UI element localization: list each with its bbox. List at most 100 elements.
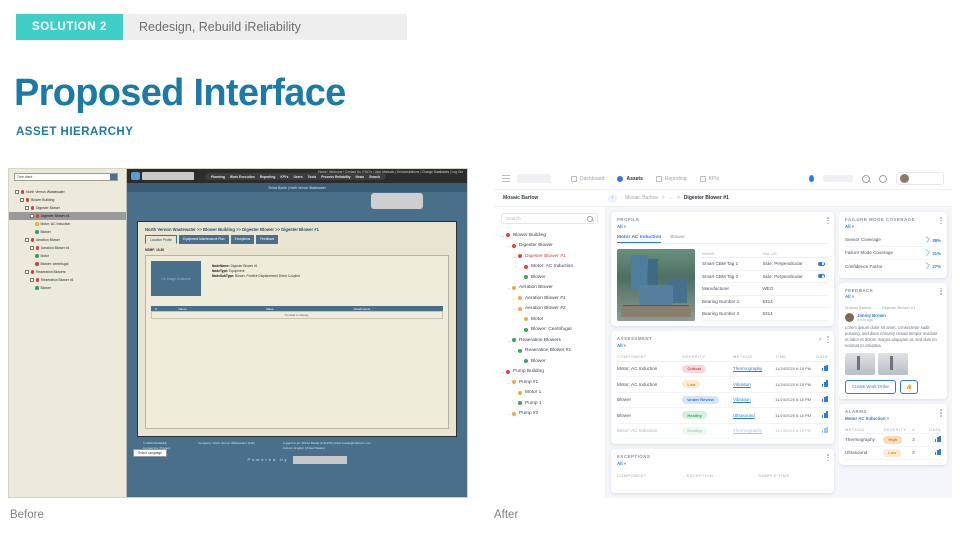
before-menu-item[interactable]: Reporting (260, 175, 276, 179)
tree-node[interactable]: ⌄ Reaeration Blowers (501, 335, 598, 346)
feedback-thumbnail[interactable] (878, 353, 908, 376)
assessment-data[interactable] (811, 426, 828, 434)
assessment-data[interactable] (811, 380, 828, 388)
profile-tab[interactable]: Blower (670, 235, 685, 244)
before-menu-item[interactable]: Search (369, 175, 380, 179)
assessment-method[interactable]: Ultrasound (733, 413, 775, 418)
tree-node[interactable]: Blower (501, 272, 598, 283)
before-tree-node[interactable]: Blower Building (15, 196, 126, 204)
search-icon[interactable] (862, 174, 870, 183)
assessment-data[interactable] (811, 411, 828, 419)
before-main-menu[interactable]: Planning Work Execution Reporting KPI's User… (205, 173, 387, 180)
assessment-method-link[interactable]: Ultrasound (733, 413, 755, 418)
chart-icon[interactable] (934, 435, 941, 443)
alarm-row[interactable]: Thermography High 2 (845, 434, 941, 447)
chart-icon[interactable] (934, 448, 941, 456)
assessment-method[interactable]: Vibration (733, 397, 775, 402)
coverage-filter[interactable]: All ▾ (845, 224, 941, 230)
before-language-select[interactable]: Select Language (133, 449, 167, 457)
profile-menu-icon[interactable] (827, 217, 829, 225)
assessment-menu-icon[interactable] (827, 336, 829, 344)
feedback-menu-icon[interactable] (940, 287, 942, 295)
tree-node[interactable]: ⌄ Reaeration Blower #1 (501, 346, 598, 357)
tree-node[interactable]: Motor: AC Induction (501, 262, 598, 273)
nav-item-dashboard[interactable]: Dashboard (571, 175, 604, 182)
before-menu-item[interactable]: KPI's (280, 175, 288, 179)
before-tab[interactable]: Feedback (256, 235, 279, 244)
assessment-method-link[interactable]: Vibration (733, 397, 751, 402)
before-tree-node[interactable]: Reaeration Blowers (15, 268, 126, 276)
tree-node[interactable]: ⌄ Blower Building (501, 230, 598, 241)
table-row[interactable]: Motor: AC Induction Healthy Thermography 11… (617, 424, 828, 439)
nav-item-kpis[interactable]: KPIs (699, 175, 719, 182)
table-row[interactable]: Blower Under Review Vibration 11/24/2020 6:… (617, 393, 828, 408)
before-tree-select[interactable]: Tree Ident (14, 173, 118, 181)
alarm-data[interactable] (926, 448, 941, 456)
checkbox-icon[interactable] (25, 206, 29, 210)
menu-icon[interactable] (502, 174, 510, 183)
table-row[interactable]: Blower Healthy Ultrasound 11/24/2020 6:18 P… (617, 408, 828, 424)
before-tree-node[interactable]: North Vernon Wastewater (15, 188, 126, 196)
expand-icon[interactable]: ↗ (818, 337, 822, 343)
create-work-order-button[interactable]: Create Work Order (845, 380, 897, 395)
location-field[interactable] (823, 175, 853, 182)
checkbox-icon[interactable] (25, 238, 29, 242)
location-pin-icon[interactable] (809, 175, 814, 182)
alarm-row[interactable]: Ultrasound Low 2 (845, 447, 941, 460)
before-tree-node[interactable]: Aeration Blower #1 (15, 244, 126, 252)
chart-icon[interactable] (821, 395, 828, 403)
coverage-menu-icon[interactable] (940, 217, 942, 225)
thumbs-up-icon[interactable]: 👍 (900, 380, 919, 395)
before-tree-node[interactable]: Aeration Blower (15, 236, 126, 244)
before-menu-item[interactable]: Process Reliability (321, 175, 350, 179)
breadcrumb[interactable]: Mosaic Bartow > ... > Digester Blower #1 (625, 195, 729, 201)
before-tree-node[interactable]: Blower: centrifugal (15, 260, 126, 268)
checkbox-icon[interactable] (30, 278, 34, 282)
chart-icon[interactable] (821, 364, 828, 372)
breadcrumb-item-root[interactable]: Mosaic Bartow (625, 195, 658, 201)
assessment-col-severity[interactable]: SEVERITY (682, 354, 733, 359)
before-menu-item[interactable]: Work Execution (230, 175, 255, 179)
checkbox-icon[interactable] (25, 270, 29, 274)
exceptions-filter[interactable]: All ▾ (617, 461, 828, 467)
before-tabs[interactable]: Location Profile Equipment Maintenance Pl… (145, 235, 449, 244)
before-tree-node[interactable]: Motor (15, 252, 126, 260)
breadcrumb-item-ellipsis[interactable]: ... (669, 195, 673, 201)
nav-item-reporting[interactable]: Reporting (655, 175, 687, 182)
profile-row-toggle[interactable] (818, 261, 825, 266)
alarms-menu-icon[interactable] (940, 409, 942, 417)
before-tree-node[interactable]: Digester Blower (15, 204, 126, 212)
assessment-method-link[interactable]: Vibration (733, 382, 751, 387)
before-menu-item[interactable]: Users (293, 175, 302, 179)
before-tab[interactable]: Equipment Maintenance Plan (178, 235, 229, 244)
before-tree-node[interactable]: Digester Blower #1 (9, 212, 126, 220)
feedback-filter[interactable]: All ▾ (845, 294, 941, 300)
checkbox-icon[interactable] (20, 198, 24, 202)
help-icon[interactable] (879, 174, 887, 183)
before-tree-node[interactable]: Blower (15, 228, 126, 236)
profile-tab[interactable]: Motor AC Induction (617, 235, 662, 243)
before-menu-item[interactable]: News (356, 175, 365, 179)
profile-filter[interactable]: All ▾ (617, 224, 828, 230)
nav-item-assets[interactable]: Assets (617, 175, 643, 182)
tree-node[interactable]: ⌄ Pump #2 (501, 409, 598, 420)
exceptions-menu-icon[interactable] (827, 454, 829, 462)
tree-node[interactable]: Motor 1 (501, 388, 598, 399)
user-menu[interactable] (896, 172, 944, 185)
tree-node[interactable]: ⌄ Aeration Blower #2 (501, 304, 598, 315)
before-menu-item[interactable]: Tools (308, 175, 317, 179)
table-row[interactable]: Motor: AC Induction Critical Thermography 1… (617, 362, 828, 377)
assessment-filter[interactable]: All ▾ (617, 343, 828, 349)
assessment-method[interactable]: Thermography (733, 428, 775, 433)
tree-node[interactable]: ⌄ Digester Blower (501, 241, 598, 252)
before-tree-node[interactable]: Motor: AC Induction (15, 220, 126, 228)
tree-node[interactable]: ⌄ Aeration Blower (501, 283, 598, 294)
alarm-data[interactable] (926, 435, 941, 443)
alarms-filter[interactable]: Motor AC Induction ▾ (845, 416, 941, 422)
checkbox-icon[interactable] (30, 214, 34, 218)
search-input[interactable]: Search (501, 213, 598, 224)
collapse-sidebar-button[interactable]: ‹ (608, 193, 617, 203)
before-menu-item[interactable]: Planning (211, 175, 225, 179)
before-tab[interactable]: Location Profile (145, 235, 177, 244)
tree-node[interactable]: ⌄ Pump #1 (501, 377, 598, 388)
